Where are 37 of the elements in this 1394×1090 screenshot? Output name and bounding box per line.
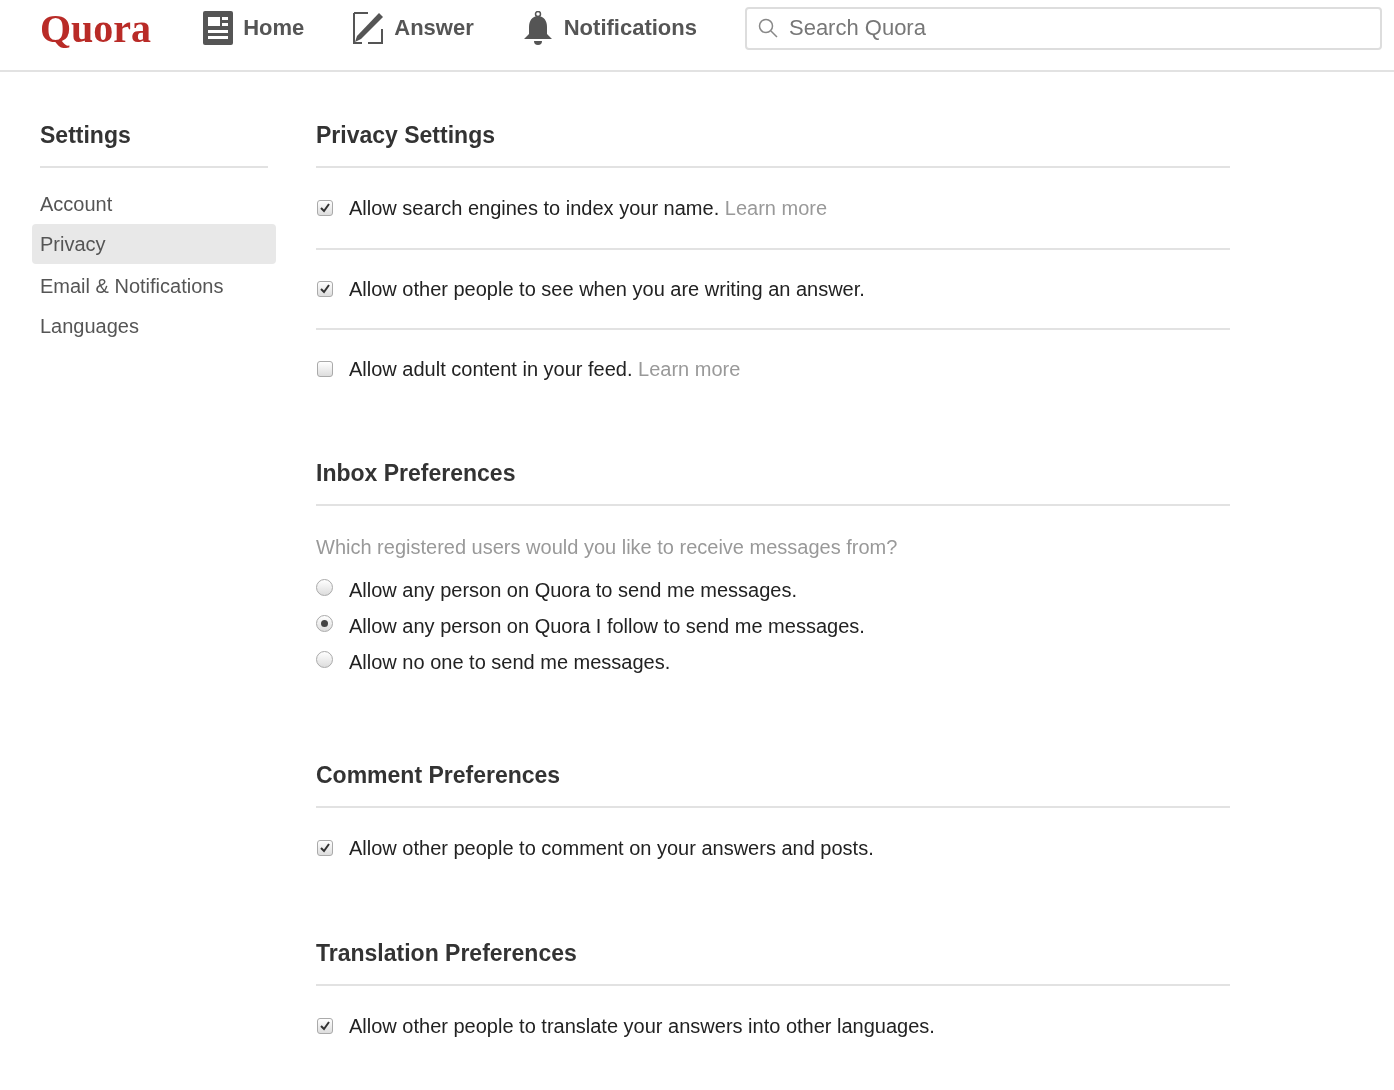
sidebar-item[interactable]: Account (32, 184, 276, 224)
nav-link[interactable]: Home (203, 11, 305, 45)
option-label: Allow other people to translate your answers into other languages. (349, 1014, 935, 1038)
section-title: Privacy Settings (316, 120, 1230, 168)
option-label: Allow any person on Quora to send me messages. (349, 578, 798, 602)
sidebar-item[interactable]: Email & Notifications (32, 266, 276, 306)
option-label: Allow other people to comment on your answers and posts. (349, 836, 874, 860)
section-title: Inbox Preferences (316, 458, 1230, 506)
radio-button[interactable] (316, 650, 333, 668)
section-title: Translation Preferences (316, 938, 1230, 986)
option-label: Allow any person on Quora I follow to send me messages. (349, 614, 865, 638)
checkbox[interactable] (317, 200, 333, 216)
sidebar-title: Settings (40, 120, 268, 168)
option-label: Allow no one to send me messages. (349, 650, 671, 674)
logo[interactable]: Quora (40, 4, 152, 52)
nav-label: Notifications (563, 15, 697, 41)
search-icon (757, 17, 778, 38)
nav-label: Home (243, 15, 305, 41)
radio-button[interactable] (316, 614, 333, 632)
radio-button[interactable] (316, 578, 333, 596)
sidebar-item[interactable]: Privacy (32, 224, 276, 264)
section-title: Comment Preferences (316, 760, 1230, 808)
newspaper-icon (203, 11, 234, 45)
checkbox[interactable] (317, 1018, 333, 1034)
nav-link[interactable]: Notifications (521, 11, 697, 45)
option-label: Allow search engines to index your name. Learn more (349, 196, 828, 220)
sidebar-item[interactable]: Languages (32, 306, 276, 346)
checkbox[interactable] (317, 840, 333, 856)
option-label: Allow other people to see when you are writing an answer. (349, 277, 865, 301)
checkbox[interactable] (317, 361, 333, 377)
nav-label: Answer (394, 15, 474, 41)
search-field[interactable]: Search Quora (744, 6, 1382, 50)
question-text: Which registered users would you like to receive messages from? (316, 535, 899, 560)
pencil-icon (352, 11, 385, 45)
nav-link[interactable]: Answer (352, 11, 474, 45)
checkbox[interactable] (317, 281, 333, 297)
option-label: Allow adult content in your feed. Learn more (349, 357, 741, 381)
